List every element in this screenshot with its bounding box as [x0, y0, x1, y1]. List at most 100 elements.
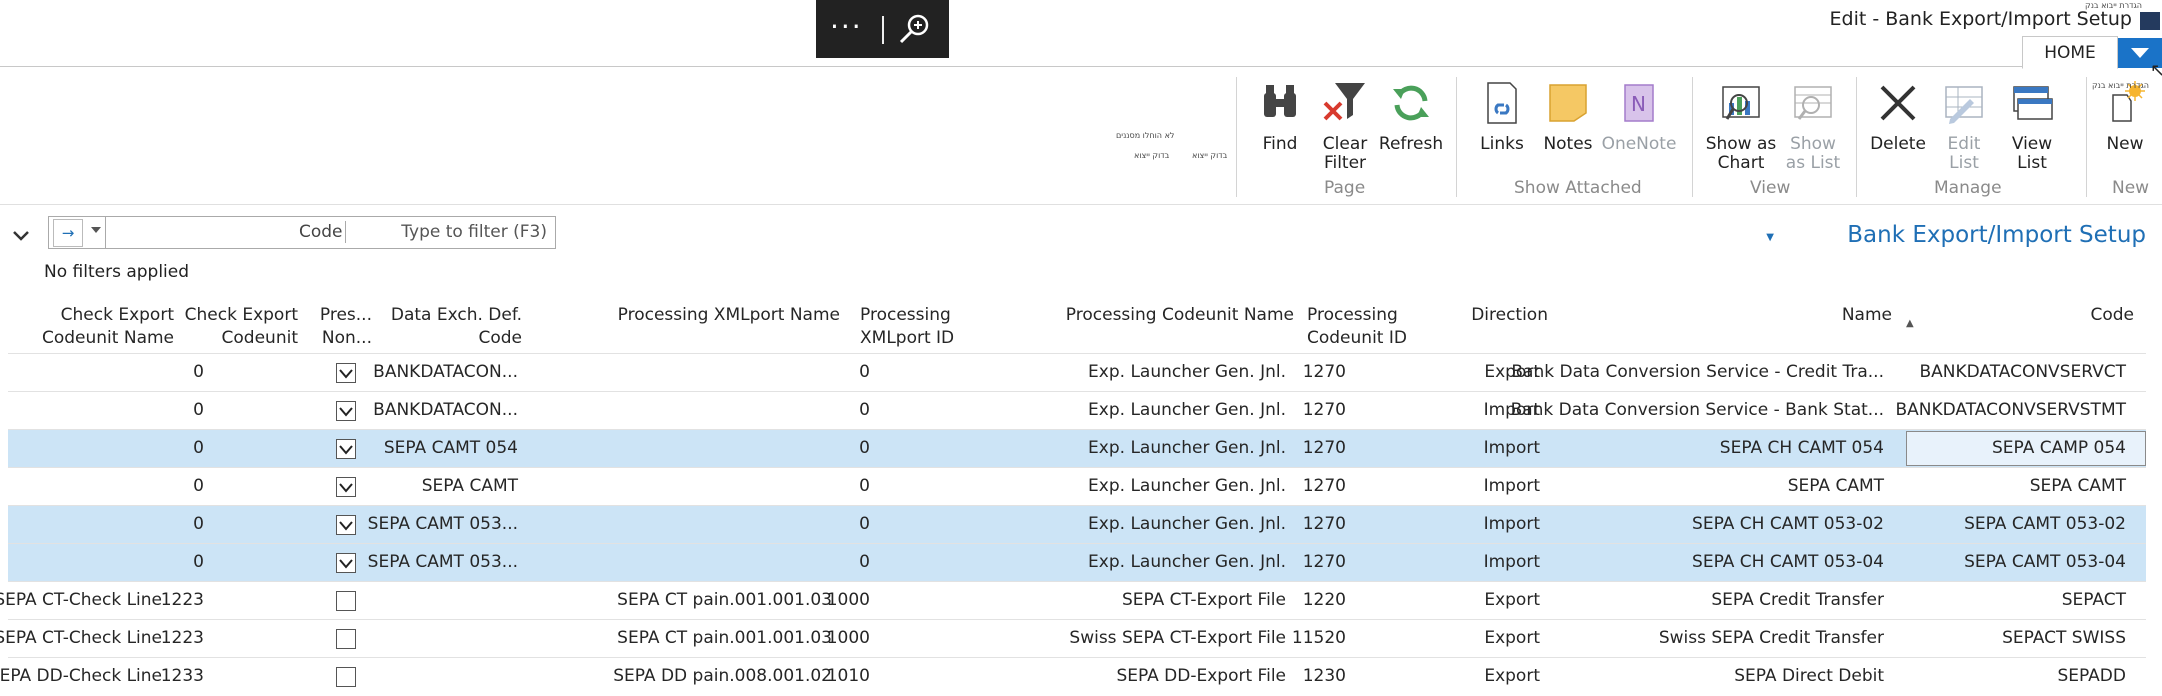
- preserve-non-latin-checkbox[interactable]: [336, 667, 356, 687]
- cell-processing-codeunit-id[interactable]: 1270: [1303, 551, 1346, 573]
- table-row[interactable]: SEPA CAMT 053-02 SEPA CH CAMT 053-02 Impor…: [8, 505, 2146, 543]
- cell-code[interactable]: SEPA CAMT 053-02: [1964, 513, 2126, 535]
- cell-direction[interactable]: Import: [1484, 399, 1540, 421]
- filter-input[interactable]: Type to filter (F3): [401, 222, 547, 242]
- cell-processing-xmlport-id[interactable]: 0: [859, 399, 870, 421]
- chevron-down-icon[interactable]: [10, 224, 32, 246]
- apply-filter-arrow-icon[interactable]: →: [53, 219, 83, 247]
- cell-processing-xmlport-id[interactable]: 0: [859, 551, 870, 573]
- cell-code[interactable]: SEPA CAMT 053-04: [1964, 551, 2126, 573]
- preserve-non-latin-checkbox[interactable]: [336, 363, 356, 383]
- cell-processing-codeunit-id[interactable]: 1270: [1303, 437, 1346, 459]
- column-header-check-export-codeunit-name[interactable]: Check Export Codeunit Name: [42, 304, 174, 350]
- cell-name[interactable]: Swiss SEPA Credit Transfer: [1659, 627, 1884, 649]
- cell-direction[interactable]: Import: [1484, 551, 1540, 573]
- cell-processing-xmlport-name[interactable]: SEPA DD pain.008.001.02: [613, 665, 832, 687]
- cell-check-export-codeunit[interactable]: 1223: [161, 589, 204, 611]
- column-header-processing-xmlport-id[interactable]: Processing XMLport ID: [860, 304, 954, 350]
- new-button[interactable]: New: [2092, 79, 2158, 154]
- cell-name[interactable]: Bank Data Conversion Service - Credit Tr…: [1511, 361, 1884, 383]
- column-header-name[interactable]: Name: [1842, 304, 1892, 327]
- cell-check-export-codeunit[interactable]: 1223: [161, 627, 204, 649]
- cell-name[interactable]: SEPA CAMT: [1788, 475, 1884, 497]
- page-title[interactable]: Bank Export/Import Setup: [1847, 222, 2146, 248]
- table-row[interactable]: SEPACT SWISS Swiss SEPA Credit Transfer Ex…: [0, 619, 2146, 657]
- table-row[interactable]: SEPACT SEPA Credit Transfer Export 1220 SEPA…: [0, 581, 2146, 619]
- preserve-non-latin-checkbox[interactable]: [336, 439, 356, 459]
- cell-name[interactable]: SEPA CH CAMT 054: [1720, 437, 1884, 459]
- preserve-non-latin-checkbox[interactable]: [336, 591, 356, 611]
- table-row[interactable]: BANKDATACONVSERVSTMT Bank Data Conversion…: [8, 391, 2146, 429]
- cell-code[interactable]: SEPACT: [2062, 589, 2126, 611]
- cell-data-exch-def-code[interactable]: BANKDATACON...: [373, 399, 518, 421]
- cell-direction[interactable]: Export: [1484, 665, 1540, 687]
- cell-processing-codeunit-id[interactable]: 1270: [1303, 475, 1346, 497]
- show-as-list-button[interactable]: Show as List: [1780, 79, 1846, 173]
- cell-direction[interactable]: Export: [1484, 589, 1540, 611]
- zoom-icon[interactable]: [898, 12, 932, 46]
- cell-processing-codeunit-name[interactable]: SEPA DD-Export File: [1116, 665, 1286, 687]
- cell-processing-codeunit-id[interactable]: 1220: [1303, 589, 1346, 611]
- cell-processing-codeunit-name[interactable]: Exp. Launcher Gen. Jnl.: [1088, 551, 1286, 573]
- column-header-check-export-codeunit[interactable]: Check Export Codeunit: [185, 304, 298, 350]
- cell-check-export-codeunit[interactable]: 1233: [161, 665, 204, 687]
- cell-processing-codeunit-name[interactable]: Exp. Launcher Gen. Jnl.: [1088, 513, 1286, 535]
- cell-processing-codeunit-name[interactable]: Exp. Launcher Gen. Jnl.: [1088, 399, 1286, 421]
- page-title-caret-icon[interactable]: ▼: [1766, 232, 1774, 243]
- cell-code[interactable]: BANKDATACONVSERVSTMT: [1895, 399, 2126, 421]
- cell-processing-xmlport-id[interactable]: 0: [859, 361, 870, 383]
- tab-home[interactable]: HOME: [2022, 36, 2118, 69]
- edit-list-button[interactable]: Edit List: [1934, 79, 1994, 173]
- cell-processing-codeunit-id[interactable]: 1270: [1303, 399, 1346, 421]
- column-header-processing-codeunit-name[interactable]: Processing Codeunit Name: [1066, 304, 1294, 327]
- cell-check-export-codeunit[interactable]: 0: [193, 437, 204, 459]
- column-header-data-exch-def-code[interactable]: Data Exch. Def. Code: [391, 304, 522, 350]
- cell-processing-codeunit-id[interactable]: 11520: [1292, 627, 1346, 649]
- cell-processing-codeunit-name[interactable]: Exp. Launcher Gen. Jnl.: [1088, 437, 1286, 459]
- more-options-icon[interactable]: ···: [830, 10, 863, 43]
- cell-data-exch-def-code[interactable]: BANKDATACON...: [373, 361, 518, 383]
- cell-data-exch-def-code[interactable]: SEPA CAMT 054: [384, 437, 518, 459]
- cell-check-export-codeunit[interactable]: 0: [193, 551, 204, 573]
- cell-processing-codeunit-id[interactable]: 1270: [1303, 513, 1346, 535]
- cell-check-export-codeunit-name[interactable]: SEPA CT-Check Line: [0, 589, 162, 611]
- cell-direction[interactable]: Import: [1484, 437, 1540, 459]
- cell-name[interactable]: SEPA Credit Transfer: [1711, 589, 1884, 611]
- column-header-processing-xmlport-name[interactable]: Processing XMLport Name: [618, 304, 840, 327]
- delete-button[interactable]: Delete: [1866, 79, 1930, 154]
- filter-field-dropdown-icon[interactable]: [91, 227, 101, 233]
- table-row[interactable]: SEPA CAMT SEPA CAMT Import 1270 Exp. Launche…: [8, 467, 2146, 505]
- cell-name[interactable]: SEPA CH CAMT 053-02: [1692, 513, 1884, 535]
- cell-processing-codeunit-name[interactable]: Exp. Launcher Gen. Jnl.: [1088, 361, 1286, 383]
- cell-processing-codeunit-name[interactable]: SEPA CT-Export File: [1122, 589, 1286, 611]
- cell-data-exch-def-code[interactable]: SEPA CAMT 053...: [368, 551, 518, 573]
- links-button[interactable]: Links: [1470, 79, 1534, 154]
- cell-check-export-codeunit[interactable]: 0: [193, 513, 204, 535]
- preserve-non-latin-checkbox[interactable]: [336, 401, 356, 421]
- column-header-code[interactable]: Code: [2090, 304, 2134, 327]
- column-header-processing-codeunit-id[interactable]: Processing Codeunit ID: [1307, 304, 1407, 350]
- cell-processing-xmlport-id[interactable]: 1010: [827, 665, 870, 687]
- column-header-direction[interactable]: Direction: [1471, 304, 1548, 327]
- cell-code[interactable]: SEPA CAMP 054: [1992, 437, 2126, 459]
- cell-code[interactable]: BANKDATACONVSERVCT: [1919, 361, 2126, 383]
- clear-filter-button[interactable]: Clear Filter: [1316, 79, 1374, 173]
- cell-data-exch-def-code[interactable]: SEPA CAMT 053...: [368, 513, 518, 535]
- cell-data-exch-def-code[interactable]: SEPA CAMT: [422, 475, 518, 497]
- cell-name[interactable]: SEPA CH CAMT 053-04: [1692, 551, 1884, 573]
- refresh-button[interactable]: Refresh: [1374, 79, 1448, 154]
- preserve-non-latin-checkbox[interactable]: [336, 553, 356, 573]
- cell-code[interactable]: SEPA CAMT: [2030, 475, 2126, 497]
- cell-processing-xmlport-id[interactable]: 1000: [827, 589, 870, 611]
- cell-processing-codeunit-name[interactable]: Exp. Launcher Gen. Jnl.: [1088, 475, 1286, 497]
- cell-check-export-codeunit-name[interactable]: SEPA DD-Check Line: [0, 665, 162, 687]
- cell-direction[interactable]: Import: [1484, 513, 1540, 535]
- filter-field-select[interactable]: Code: [299, 222, 343, 242]
- cell-code[interactable]: SEPADD: [2057, 665, 2126, 687]
- cell-processing-xmlport-id[interactable]: 0: [859, 437, 870, 459]
- table-row[interactable]: BANKDATACONVSERVCT Bank Data Conversion S…: [8, 353, 2146, 391]
- cell-processing-xmlport-name[interactable]: SEPA CT pain.001.001.03: [617, 589, 832, 611]
- cell-processing-codeunit-id[interactable]: 1270: [1303, 361, 1346, 383]
- cell-processing-xmlport-id[interactable]: 0: [859, 475, 870, 497]
- notes-button[interactable]: Notes: [1536, 79, 1600, 154]
